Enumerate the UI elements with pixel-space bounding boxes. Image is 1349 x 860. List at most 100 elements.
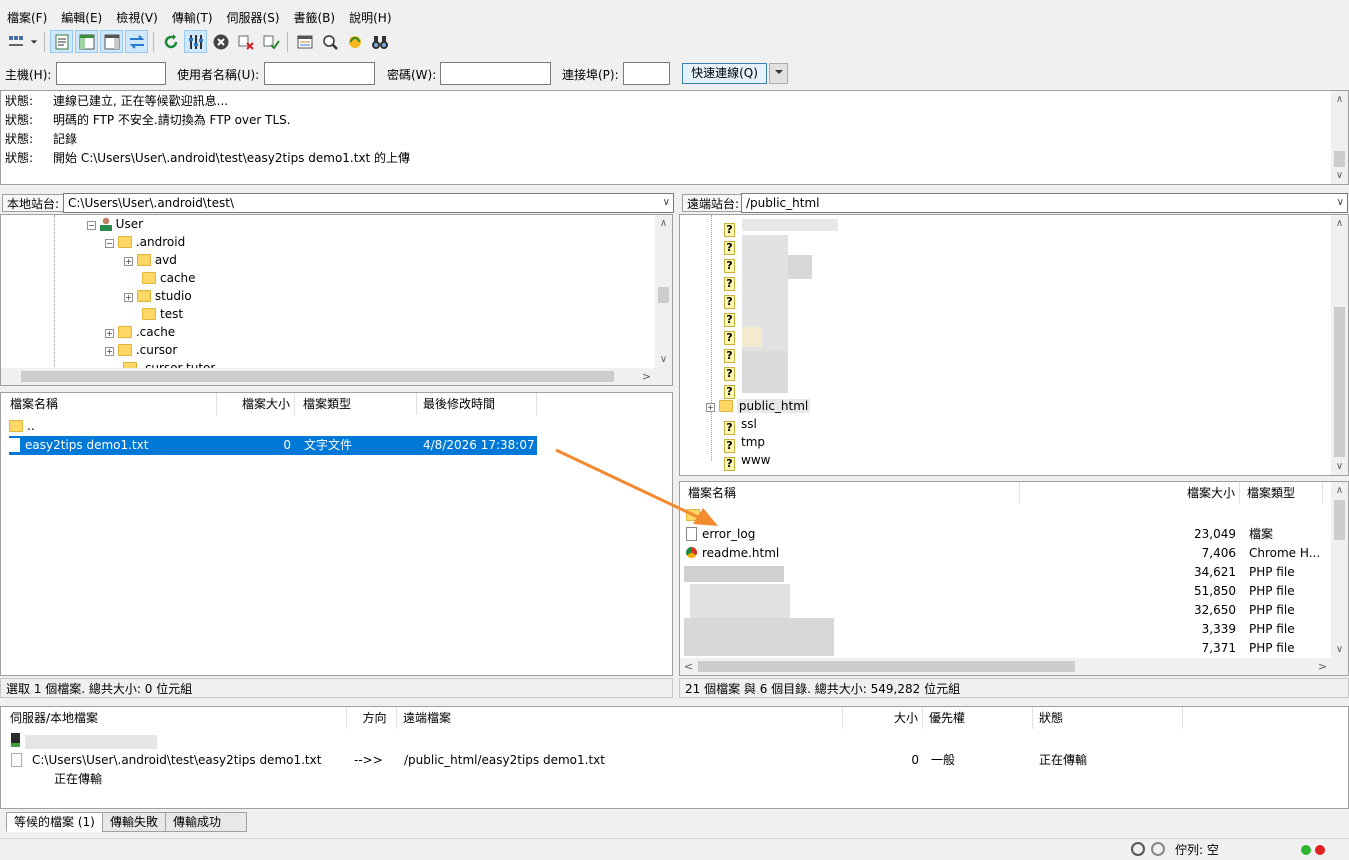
binoculars-icon[interactable] [368,30,391,53]
transfer-queue-icon[interactable] [125,30,148,53]
scroll-up-icon[interactable]: ∧ [1331,91,1348,108]
remote-tree-vscroll[interactable]: ∧ ∨ [1331,215,1348,475]
scroll-down-icon[interactable]: ∨ [655,351,672,368]
quickconnect-button[interactable]: 快速連線(Q) [682,63,767,84]
chevron-down-icon[interactable]: ∨ [1337,194,1344,212]
scroll-thumb[interactable] [698,661,1075,672]
col-header-mtime[interactable]: 最後修改時間 [417,393,537,415]
local-tree-hscroll[interactable]: > [1,368,672,385]
local-path-combo[interactable]: C:\Users\User\.android\test\ ∨ [63,193,674,213]
tree-node-cursor[interactable]: + .cursor [105,341,177,359]
tree-node-unknown[interactable]: ? [724,271,741,291]
scroll-right-icon[interactable]: > [1314,658,1331,675]
tree-node-android[interactable]: − .android [105,233,185,251]
scroll-thumb[interactable] [658,287,669,303]
dropdown-arrow-icon[interactable] [29,30,39,53]
col-header-size[interactable]: 檔案大小 [217,393,295,415]
message-log-icon[interactable] [50,30,73,53]
quickconnect-dropdown[interactable] [769,63,788,84]
log-scrollbar[interactable]: ∧ ∨ [1331,91,1348,184]
col-header-server-local[interactable]: 伺服器/本地檔案 [4,707,347,729]
tree-node-unknown[interactable]: ? [724,253,741,273]
col-header-priority[interactable]: 優先權 [923,707,1033,729]
col-header-status[interactable]: 狀態 [1033,707,1183,729]
tree-node-unknown[interactable]: ? [724,361,741,381]
tree-node-unknown[interactable]: ? [724,307,741,327]
list-item-parent[interactable]: .. [9,417,539,436]
disconnect-icon[interactable] [234,30,257,53]
scroll-thumb[interactable] [1334,307,1345,457]
remote-list-vscroll[interactable]: ∧ ∨ [1331,482,1348,658]
compare-icon[interactable] [293,30,316,53]
menu-edit[interactable]: 編輯(E) [54,8,109,28]
tree-node-dot-cache[interactable]: + .cache [105,323,175,341]
col-header-name[interactable]: 檔案名稱 [4,393,217,415]
tree-node-www[interactable]: ? www [724,451,770,471]
scroll-thumb[interactable] [1334,500,1345,540]
tree-node-ssl[interactable]: ? ssl [724,415,757,435]
remote-file-row[interactable]: readme.html 7,406 Chrome H... [686,544,1326,563]
tree-node-user[interactable]: − User [87,215,143,233]
menu-help[interactable]: 說明(H) [342,8,398,28]
filter-icon[interactable] [184,30,207,53]
tree-node-tmp[interactable]: ? tmp [724,433,765,453]
search-files-icon[interactable] [318,30,341,53]
scroll-thumb[interactable] [21,371,614,382]
tab-failed-transfers[interactable]: 傳輸失敗 [102,812,167,832]
col-header-size[interactable]: 大小 [843,707,923,729]
cancel-icon[interactable] [209,30,232,53]
list-item-selected-file[interactable]: easy2tips demo1.txt 0 文字文件 4/8/2026 17:3… [9,436,537,455]
local-tree-icon[interactable] [75,30,98,53]
scroll-down-icon[interactable]: ∨ [1331,458,1348,475]
menu-transfer[interactable]: 傳輸(T) [165,8,220,28]
scroll-up-icon[interactable]: ∧ [1331,482,1348,499]
tree-node-unknown[interactable]: ? [724,235,741,255]
password-input[interactable] [440,62,551,85]
scroll-up-icon[interactable]: ∧ [1331,215,1348,232]
host-input[interactable] [56,62,166,85]
col-header-remote[interactable]: 遠端檔案 [397,707,843,729]
tree-node-public-html[interactable]: + public_html [706,397,811,415]
scroll-right-icon[interactable]: > [638,368,655,385]
queue-item-row[interactable]: C:\Users\User\.android\test\easy2tips de… [11,751,1211,770]
scroll-down-icon[interactable]: ∨ [1331,641,1348,658]
reconnect-icon[interactable] [259,30,282,53]
site-manager-icon[interactable] [4,30,27,53]
encryption-icon[interactable] [1131,842,1145,856]
tree-node-studio[interactable]: + studio [124,287,192,305]
username-input[interactable] [264,62,375,85]
refresh-icon[interactable] [159,30,182,53]
tab-queued-files[interactable]: 等候的檔案 (1) [6,812,103,832]
speed-limit-icon[interactable] [1151,842,1165,856]
remote-file-row[interactable]: error_log 23,049 檔案 [686,525,1326,544]
tree-node-unknown[interactable]: ? [724,289,741,309]
tree-node-unknown[interactable]: ? [724,217,741,237]
col-header-size[interactable]: 檔案大小 [1020,482,1240,504]
queue-server-row[interactable] [11,731,20,750]
local-tree-vscroll[interactable]: ∧ ∨ [655,215,672,368]
tree-node-unknown[interactable]: ? [724,343,741,363]
scroll-down-icon[interactable]: ∨ [1331,167,1348,184]
col-header-name[interactable]: 檔案名稱 [682,482,1020,504]
tree-node-avd[interactable]: + avd [124,251,177,269]
menu-bookmarks[interactable]: 書籤(B) [287,8,343,28]
tree-node-cache[interactable]: cache [142,269,196,287]
chevron-down-icon[interactable]: ∨ [663,194,670,212]
menu-file[interactable]: 檔案(F) [0,8,54,28]
menu-server[interactable]: 伺服器(S) [220,8,287,28]
sync-browse-icon[interactable] [343,30,366,53]
col-header-type[interactable]: 檔案類型 [1241,482,1323,504]
port-input[interactable] [623,62,670,85]
menu-view[interactable]: 檢視(V) [109,8,165,28]
remote-list-hscroll[interactable]: < > [680,658,1348,675]
remote-tree-icon[interactable] [100,30,123,53]
col-header-type[interactable]: 檔案類型 [297,393,417,415]
tree-node-unknown[interactable]: ? [724,379,741,399]
remote-path-combo[interactable]: /public_html ∨ [741,193,1348,213]
tree-node-test[interactable]: test [142,305,183,323]
scroll-up-icon[interactable]: ∧ [655,215,672,232]
scroll-left-icon[interactable]: < [680,658,697,675]
col-header-direction[interactable]: 方向 [347,707,397,729]
tab-successful-transfers[interactable]: 傳輸成功 [165,812,247,832]
tree-node-unknown[interactable]: ? [724,325,741,345]
